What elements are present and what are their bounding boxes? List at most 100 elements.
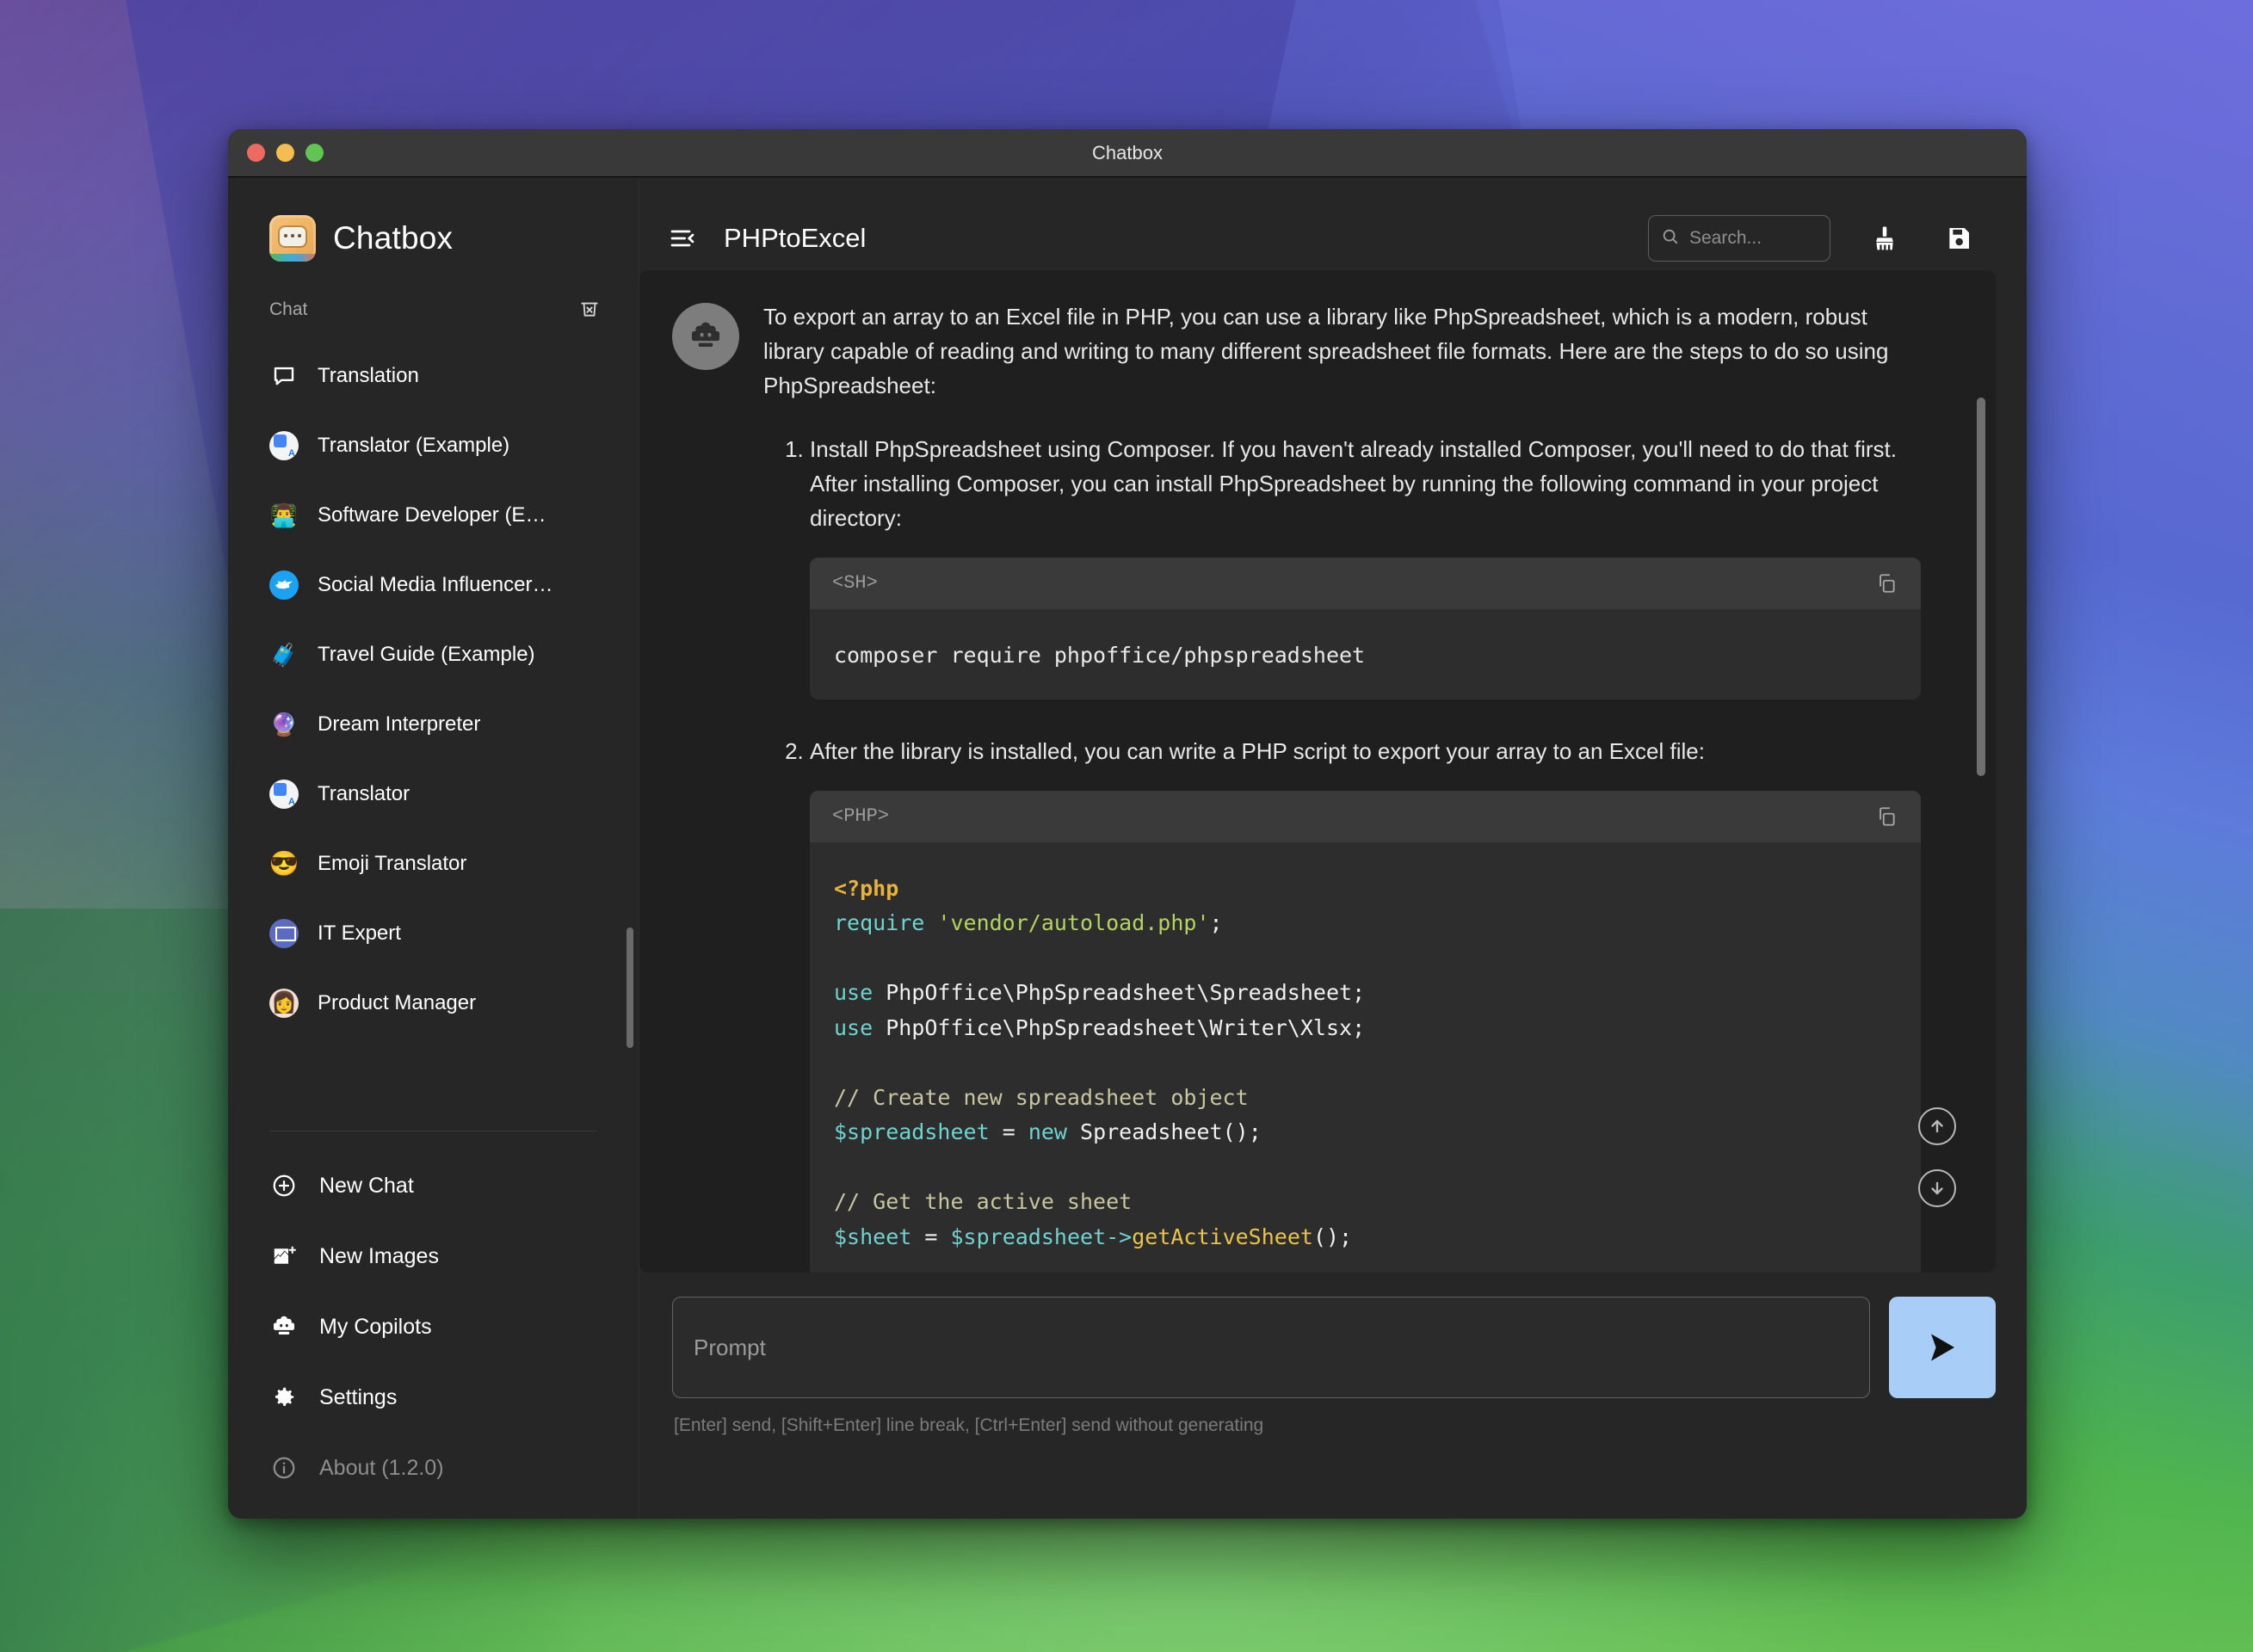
search-placeholder: Search... [1689, 228, 1762, 248]
assistant-message: To export an array to an Excel file in P… [672, 299, 1935, 1273]
steps-list: Install PhpSpreadsheet using Composer. I… [763, 432, 1921, 1273]
brand-header: Chatbox [228, 177, 639, 270]
collapse-sidebar-icon[interactable] [665, 221, 700, 256]
crystal-ball-avatar: 🔮 [269, 711, 299, 737]
sidebar-item-new-chat[interactable]: New Chat [228, 1150, 639, 1221]
sidebar-item-settings[interactable]: Settings [228, 1362, 639, 1433]
chat-list-item-label: Translation [318, 363, 419, 387]
sidebar-item-label: Settings [319, 1384, 398, 1409]
code-block-sh: <SH> composer require phpoffice/phpsprea… [810, 558, 1921, 700]
window-traffic-lights [247, 144, 324, 162]
code-language-label: <SH> [832, 572, 878, 595]
chat-list-item[interactable]: 🧳 Travel Guide (Example) [228, 620, 639, 689]
chat-list-item[interactable]: 🔮 Dream Interpreter [228, 689, 639, 759]
chat-list-item[interactable]: 👨‍💻 Software Developer (E… [228, 480, 639, 550]
chat-list-scrollbar[interactable] [627, 928, 633, 1048]
chat-list-item[interactable]: Translation [228, 341, 639, 410]
sidebar-item-about[interactable]: About (1.2.0) [228, 1433, 639, 1503]
chat-list-item-label: Travel Guide (Example) [318, 642, 535, 666]
search-input[interactable]: Search... [1648, 215, 1830, 262]
scroll-to-top-icon[interactable] [1918, 1107, 1956, 1145]
chat-list-item-label: Dream Interpreter [318, 712, 481, 736]
chatbox-app-icon [269, 215, 316, 262]
sidebar-item-label: New Images [319, 1243, 439, 1268]
chat-list-item[interactable]: Social Media Influencer… [228, 550, 639, 620]
chat-list-item-label: Translator [318, 781, 410, 805]
search-icon [1661, 227, 1680, 250]
image-plus-icon [269, 1242, 299, 1271]
sidebar-nav: New Chat New Images My Copilots Settings… [228, 1131, 639, 1519]
chat-bubble-icon [269, 361, 299, 391]
message-scroll-region[interactable]: To export an array to an Excel file in P… [639, 270, 1996, 1273]
travel-avatar: 🧳 [269, 641, 299, 668]
google-translate-avatar [269, 430, 299, 460]
code-block-php: <PHP> <?php require 'vendor/autoload.php… [810, 790, 1921, 1273]
code-language-label: <PHP> [832, 804, 890, 827]
window-title: Chatbox [1092, 141, 1163, 163]
chat-list-item-label: IT Expert [318, 921, 401, 945]
google-translate-avatar [269, 779, 299, 809]
composer-row: Prompt [672, 1297, 1996, 1398]
chat-list-item-label: Product Manager [318, 990, 477, 1014]
chat-section-header: Chat [228, 286, 639, 334]
scroll-to-bottom-icon[interactable] [1918, 1169, 1956, 1207]
composer: Prompt [Enter] send, [Shift+Enter] line … [639, 1273, 2027, 1436]
sidebar-item-label: About (1.2.0) [319, 1455, 444, 1480]
chat-list[interactable]: Translation Translator (Example) 👨‍💻 Softwa… [228, 334, 639, 1122]
code-block-header: <SH> [810, 558, 1921, 610]
step-item: Install PhpSpreadsheet using Composer. I… [810, 432, 1921, 700]
gear-icon [269, 1383, 299, 1412]
sunglasses-emoji-avatar: 😎 [269, 849, 299, 877]
sidebar-item-new-images[interactable]: New Images [228, 1221, 639, 1291]
twitter-avatar [269, 570, 299, 600]
developer-avatar: 👨‍💻 [269, 501, 299, 530]
chatbox-app-window: Chatbox Chatbox Chat Translation A Trans… [228, 129, 2027, 1519]
message-content: To export an array to an Excel file in P… [763, 299, 1935, 1273]
message-area: To export an array to an Excel file in P… [639, 270, 1996, 1273]
conversation-toolbar: PHPtoExcel Search... [639, 177, 2027, 270]
brand-name: Chatbox [333, 220, 454, 256]
sidebar-item-label: New Chat [319, 1173, 414, 1198]
google-translate-avatar [269, 779, 299, 809]
sidebar-item-my-copilots[interactable]: My Copilots [228, 1291, 639, 1362]
message-intro-paragraph: To export an array to an Excel file in P… [763, 304, 1889, 399]
prompt-input[interactable]: Prompt [672, 1297, 1870, 1398]
send-button[interactable] [1889, 1297, 1996, 1398]
window-body: Chatbox Chat Translation Translator (Exam… [228, 177, 2027, 1519]
chat-list-item[interactable]: Translator [228, 759, 639, 829]
step-text: After the library is installed, you can … [810, 737, 1705, 764]
travel-avatar: 🧳 [269, 640, 299, 669]
floppy-save-icon[interactable] [1939, 219, 1978, 258]
minimize-window-button[interactable] [276, 144, 294, 162]
close-window-button[interactable] [247, 144, 265, 162]
woman-avatar: 👩 [269, 988, 299, 1018]
chat-list-item[interactable]: Translator (Example) [228, 410, 639, 480]
chat-section-label: Chat [269, 299, 308, 319]
chat-list-item[interactable]: 👩 Product Manager [228, 968, 639, 1038]
sidebar-item-label: My Copilots [319, 1314, 432, 1339]
message-scrollbar-thumb[interactable] [1977, 398, 1985, 776]
laptop-avatar [269, 918, 299, 948]
sunglasses-emoji-avatar: 😎 [269, 849, 299, 878]
trash-x-icon[interactable] [578, 297, 601, 324]
copy-icon[interactable] [1871, 568, 1902, 599]
chat-list-item-label: Emoji Translator [318, 851, 467, 875]
chat-list-item-label: Translator (Example) [318, 433, 510, 457]
maximize-window-button[interactable] [306, 144, 324, 162]
chat-list-item[interactable]: 😎 Emoji Translator [228, 829, 639, 898]
chat-bubble-dots [284, 234, 301, 239]
composer-bottom-pad [639, 1436, 2027, 1519]
chat-list-item[interactable]: IT Expert [228, 898, 639, 968]
page-title: PHPtoExcel [724, 223, 867, 253]
broom-icon[interactable] [1865, 219, 1904, 258]
step-text: Install PhpSpreadsheet using Composer. I… [810, 436, 1897, 532]
robot-icon [269, 1312, 299, 1341]
window-titlebar[interactable]: Chatbox [228, 129, 2027, 177]
chat-list-item-label: Software Developer (E… [318, 502, 546, 527]
laptop-avatar [269, 918, 299, 948]
twitter-avatar [269, 570, 299, 600]
crystal-ball-avatar: 🔮 [269, 710, 299, 739]
sidebar: Chatbox Chat Translation Translator (Exam… [228, 177, 639, 1519]
message-scrollbar-track[interactable] [1977, 270, 1991, 1273]
copy-icon[interactable] [1871, 801, 1902, 832]
